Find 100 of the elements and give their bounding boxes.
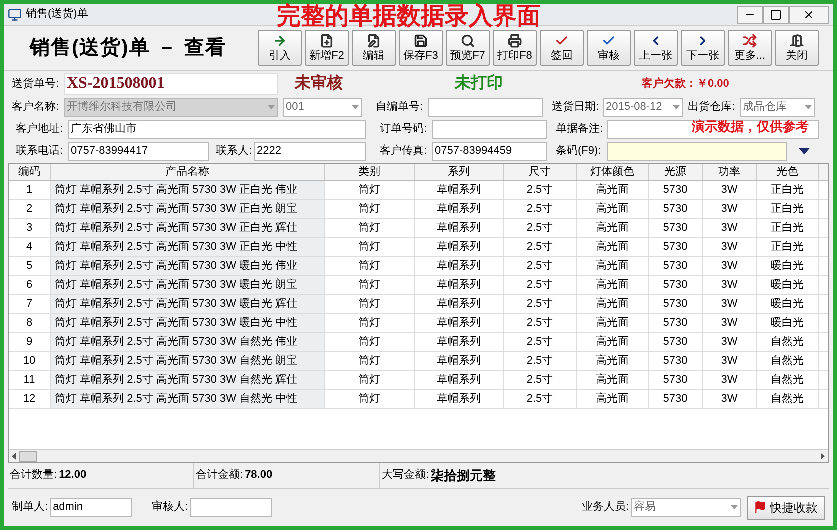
- toolbar-button[interactable]: 更多...: [728, 30, 772, 66]
- table-cell: 5730: [649, 238, 703, 256]
- toolbar-button[interactable]: 关闭: [775, 30, 819, 66]
- table-cell: 5730: [649, 219, 703, 237]
- dropdown-arrow-icon: [673, 104, 680, 110]
- checkmark-icon: [602, 34, 616, 48]
- column-header[interactable]: 类别: [325, 164, 415, 180]
- table-cell: 5730: [649, 371, 703, 389]
- column-header[interactable]: 编码: [9, 164, 51, 180]
- table-cell: 草帽系列: [415, 181, 504, 199]
- close-button[interactable]: [789, 6, 829, 24]
- table-cell: 2.5寸: [504, 371, 577, 389]
- table-cell: 3W: [703, 276, 757, 294]
- table-cell: 草帽系列: [415, 219, 504, 237]
- column-header[interactable]: 尺寸: [504, 164, 577, 180]
- field-label: 联系电话:: [16, 144, 64, 159]
- scroll-left-icon: [12, 452, 16, 460]
- table-cell: 3W: [703, 314, 757, 332]
- shuffle-icon: [743, 34, 757, 48]
- magnifier-icon: [461, 34, 475, 48]
- table-cell: 筒灯: [325, 219, 415, 237]
- dropdown-arrow-icon: [352, 104, 359, 110]
- table-cell: 草帽系列: [415, 390, 504, 408]
- table-cell: 高光面: [577, 276, 649, 294]
- table-cell: 筒灯: [325, 238, 415, 256]
- table-cell: 2.5寸: [504, 276, 577, 294]
- close-icon: [803, 8, 815, 20]
- dropdown-arrow-icon: [731, 505, 738, 510]
- table-cell: 3W: [703, 257, 757, 275]
- table-cell: 2.5寸: [504, 181, 577, 199]
- column-header[interactable]: 产品名称: [51, 164, 325, 180]
- table-cell: 筒灯 草帽系列 2.5寸 高光面 5730 3W 自然光 伟业: [51, 333, 325, 351]
- table-cell: 5730: [649, 200, 703, 218]
- column-header[interactable]: 光色: [757, 164, 819, 180]
- toolbar-button[interactable]: 打印F8: [493, 30, 537, 66]
- dropdown-field[interactable]: 001: [283, 98, 362, 116]
- input-field[interactable]: 2222: [254, 142, 366, 160]
- input-field[interactable]: [432, 120, 547, 138]
- field-label: 送货单号:: [12, 76, 60, 92]
- column-header[interactable]: 功率: [703, 164, 757, 180]
- table-cell: 高光面: [577, 295, 649, 313]
- maximize-button[interactable]: [763, 6, 789, 24]
- table-cell: 高光面: [577, 333, 649, 351]
- table-cell: 筒灯: [325, 352, 415, 370]
- input-field[interactable]: [607, 142, 787, 160]
- scroll-thumb[interactable]: [19, 450, 37, 462]
- toolbar-button[interactable]: 签回: [540, 30, 584, 66]
- computer-icon: [8, 8, 22, 22]
- table-cell: 5730: [649, 295, 703, 313]
- table-cell: 2.5寸: [504, 352, 577, 370]
- table-cell: 筒灯 草帽系列 2.5寸 高光面 5730 3W 自然光 辉仕: [51, 371, 325, 389]
- toolbar-button[interactable]: 引入: [258, 30, 302, 66]
- dropdown-field[interactable]: 成品仓库: [740, 98, 815, 116]
- input-field[interactable]: [428, 98, 543, 116]
- input-field[interactable]: [190, 498, 272, 517]
- table-cell: 筒灯: [325, 181, 415, 199]
- table-cell: 高光面: [577, 371, 649, 389]
- column-header[interactable]: 光源: [649, 164, 703, 180]
- field-label: 自编单号:: [376, 100, 424, 115]
- toolbar-button[interactable]: 下一张: [681, 30, 725, 66]
- dropdown-field[interactable]: 容易: [631, 498, 741, 517]
- input-field[interactable]: [607, 120, 819, 138]
- total-label: 合计数量:: [10, 468, 58, 484]
- table-cell: 筒灯 草帽系列 2.5寸 高光面 5730 3W 暖白光 伟业: [51, 257, 325, 275]
- table-cell: 筒灯: [325, 314, 415, 332]
- quick-payment-button[interactable]: 快捷收款: [747, 496, 825, 520]
- field-label: 客户地址:: [16, 122, 64, 137]
- order-number-field[interactable]: XS-201508001: [64, 73, 278, 95]
- field-label: 联系人:: [216, 144, 254, 159]
- toolbar-button[interactable]: 保存F3: [399, 30, 443, 66]
- dropdown-arrow-icon: [268, 104, 275, 110]
- toolbar-button[interactable]: 审核: [587, 30, 631, 66]
- table-cell: 草帽系列: [415, 276, 504, 294]
- table-cell: 5730: [649, 276, 703, 294]
- table-cell: 暖白光: [757, 257, 819, 275]
- table-cell: 筒灯: [325, 276, 415, 294]
- table-cell: 暖白光: [757, 295, 819, 313]
- table-cell: 高光面: [577, 390, 649, 408]
- banner-caption: 完整的单据数据录入界面: [277, 4, 541, 30]
- table-cell: 3W: [703, 352, 757, 370]
- input-field[interactable]: 广东省佛山市: [68, 120, 366, 138]
- toolbar-button[interactable]: 编辑: [352, 30, 396, 66]
- dropdown-field[interactable]: 2015-08-12: [603, 98, 683, 116]
- window-title: 销售(送货)单: [26, 7, 88, 22]
- toolbar-button[interactable]: 新增F2: [305, 30, 349, 66]
- toolbar-button[interactable]: 上一张: [634, 30, 678, 66]
- input-field[interactable]: 0757-83994417: [68, 142, 209, 160]
- table-cell: 筒灯: [325, 200, 415, 218]
- table-cell: 筒灯 草帽系列 2.5寸 高光面 5730 3W 自然光 中性: [51, 390, 325, 408]
- table-cell: 筒灯 草帽系列 2.5寸 高光面 5730 3W 正白光 辉仕: [51, 219, 325, 237]
- column-header[interactable]: 系列: [415, 164, 504, 180]
- toolbar-button[interactable]: 预览F7: [446, 30, 490, 66]
- horizontal-scrollbar[interactable]: [9, 449, 828, 462]
- checkmark-icon: [555, 34, 569, 48]
- maximize-icon: [770, 8, 782, 20]
- input-field[interactable]: admin: [50, 498, 132, 517]
- input-field[interactable]: 0757-83994459: [432, 142, 547, 160]
- field-label: 送货日期:: [552, 100, 600, 115]
- table-cell: 草帽系列: [415, 371, 504, 389]
- column-header[interactable]: 灯体颜色: [577, 164, 649, 180]
